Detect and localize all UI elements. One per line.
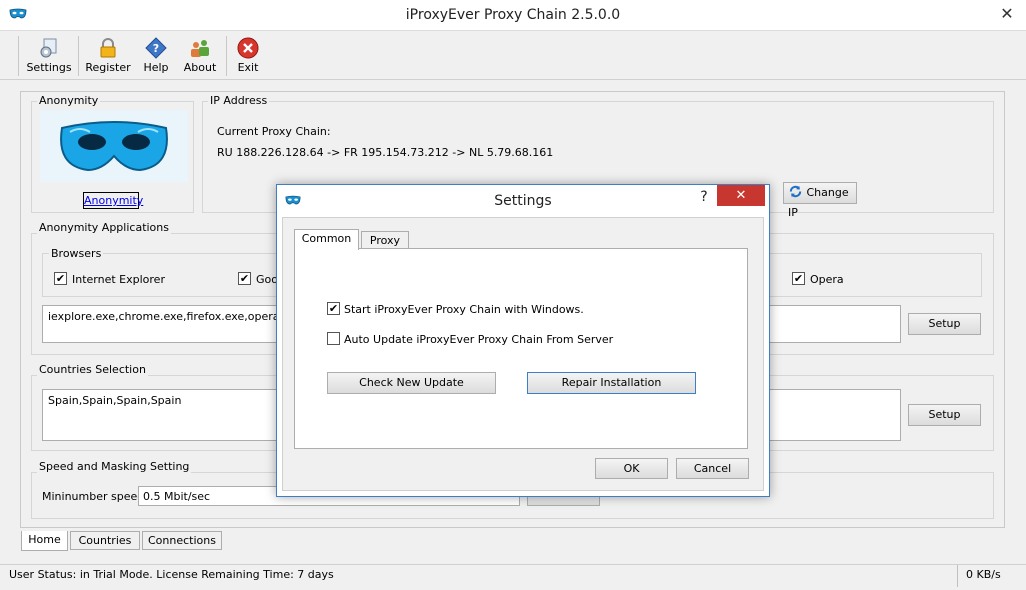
internet-explorer-checkbox[interactable]: ✔ xyxy=(54,272,67,285)
exit-button[interactable]: Exit xyxy=(232,33,264,79)
register-button[interactable]: Register xyxy=(84,33,132,79)
google-chrome-checkbox[interactable]: ✔ xyxy=(238,272,251,285)
change-ip-button[interactable]: Change IP xyxy=(783,182,857,219)
repair-installation-button[interactable]: Repair Installation xyxy=(527,372,696,394)
settings-icon xyxy=(40,38,57,58)
anonymity-applications-label: Anonymity Applications xyxy=(37,221,171,234)
internet-explorer-label: Internet Explorer xyxy=(72,273,165,286)
auto-update-checkbox[interactable] xyxy=(327,332,340,345)
start-with-windows-label: Start iProxyEver Proxy Chain with Window… xyxy=(344,303,584,316)
dialog-help-button[interactable]: ? xyxy=(694,189,714,205)
proxy-chain-value: RU 188.226.128.64 -> FR 195.154.73.212 -… xyxy=(217,146,554,159)
auto-update-label: Auto Update iProxyEver Proxy Chain From … xyxy=(344,333,614,346)
tab-connections[interactable]: Connections xyxy=(142,531,222,550)
countries-selection-label: Countries Selection xyxy=(37,363,148,376)
exit-label: Exit xyxy=(237,61,259,74)
opera-checkbox[interactable]: ✔ xyxy=(792,272,805,285)
tab-home[interactable]: Home xyxy=(21,531,68,551)
browsers-group-label: Browsers xyxy=(49,247,104,260)
settings-button[interactable]: Settings xyxy=(26,33,72,79)
applications-setup-button[interactable]: Setup xyxy=(908,313,981,335)
exit-icon xyxy=(237,37,259,59)
speed-masking-label: Speed and Masking Setting xyxy=(37,460,192,473)
about-button[interactable]: About xyxy=(180,33,220,79)
help-label: Help xyxy=(143,61,169,74)
opera-label: Opera xyxy=(810,273,844,286)
settings-label: Settings xyxy=(26,61,72,74)
countries-setup-button[interactable]: Setup xyxy=(908,404,981,426)
help-button[interactable]: ? Help xyxy=(138,33,174,79)
current-proxy-chain-label: Current Proxy Chain: xyxy=(217,125,331,138)
help-icon: ? xyxy=(145,37,167,59)
user-status-text: User Status: in Trial Mode. License Rema… xyxy=(9,568,334,581)
transfer-rate: 0 KB/s xyxy=(966,568,1001,581)
cancel-button[interactable]: Cancel xyxy=(676,458,749,479)
ok-button[interactable]: OK xyxy=(595,458,668,479)
mask-logo-icon xyxy=(40,110,188,182)
anonymity-group-label: Anonymity xyxy=(37,94,101,107)
refresh-icon xyxy=(789,185,802,198)
tab-countries[interactable]: Countries xyxy=(70,531,140,550)
toolbar-separator xyxy=(226,36,227,76)
dialog-close-button[interactable]: ✕ xyxy=(717,185,765,206)
start-with-windows-checkbox[interactable]: ✔ xyxy=(327,302,340,315)
ip-address-group-label: IP Address xyxy=(208,94,270,107)
toolbar-separator xyxy=(78,36,79,76)
min-speed-label: Mininumber speed: xyxy=(42,490,148,503)
check-new-update-button[interactable]: Check New Update xyxy=(327,372,496,394)
window-title: iProxyEver Proxy Chain 2.5.0.0 xyxy=(405,7,621,23)
common-tab-panel xyxy=(294,248,748,449)
anonymity-link[interactable]: Anonymity xyxy=(83,192,143,209)
svg-text:?: ? xyxy=(153,42,159,55)
toolbar-separator xyxy=(18,36,19,76)
status-divider xyxy=(957,565,958,587)
users-icon xyxy=(191,40,209,57)
window-close-button[interactable]: ✕ xyxy=(990,1,1024,27)
lock-icon xyxy=(100,38,116,58)
register-label: Register xyxy=(85,61,131,74)
google-chrome-label: Goo xyxy=(256,273,278,286)
tab-proxy[interactable]: Proxy xyxy=(361,231,409,249)
tab-common[interactable]: Common xyxy=(294,229,359,250)
about-label: About xyxy=(183,61,217,74)
